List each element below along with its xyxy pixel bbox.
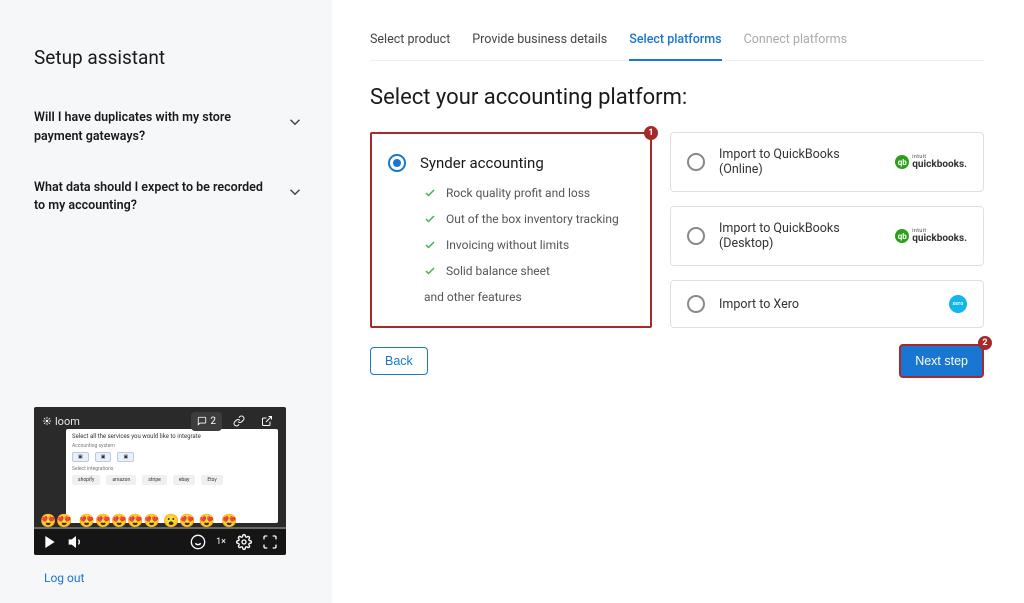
next-step-button[interactable]: Next step (899, 344, 984, 378)
faq-question: Will I have duplicates with my store pay… (34, 109, 264, 147)
settings-icon[interactable] (236, 534, 252, 550)
platform-card-synder[interactable]: 1 Synder accounting Rock quality profit … (370, 132, 652, 328)
step-select-product[interactable]: Select product (370, 32, 450, 60)
step-business-details[interactable]: Provide business details (472, 32, 607, 60)
option-label: Import to QuickBooks (Desktop) (719, 221, 881, 251)
faq-item[interactable]: Will I have duplicates with my store pay… (34, 99, 304, 157)
radio-unselected[interactable] (687, 227, 705, 245)
sidebar: Setup assistant Will I have duplicates w… (0, 0, 332, 603)
video-preview[interactable]: loom 2 Select all the services you would… (34, 407, 286, 555)
sidebar-title: Setup assistant (34, 46, 304, 69)
check-icon (424, 265, 436, 277)
other-features-text: and other features (424, 290, 634, 304)
platform-card-qb-online[interactable]: Import to QuickBooks (Online) qb intuit … (670, 132, 984, 192)
feature-item: Rock quality profit and loss (424, 186, 634, 200)
smile-icon[interactable] (190, 534, 206, 550)
quickbooks-logo: qb intuit quickbooks. (895, 229, 967, 244)
video-topbar: loom 2 (34, 407, 286, 435)
video-controls: 1× (34, 529, 286, 555)
play-icon[interactable] (42, 534, 58, 550)
stepper: Select product Provide business details … (370, 32, 984, 61)
option-label: Import to Xero (719, 297, 935, 312)
faq-question: What data should I expect to be recorded… (34, 179, 264, 217)
platform-card-qb-desktop[interactable]: Import to QuickBooks (Desktop) qb intuit… (670, 206, 984, 266)
footer-actions: Back Next step 2 (370, 344, 984, 378)
step-select-platforms[interactable]: Select platforms (629, 32, 721, 61)
feature-item: Invoicing without limits (424, 238, 634, 252)
popout-icon[interactable] (256, 410, 278, 432)
check-icon (424, 187, 436, 199)
comment-button[interactable]: 2 (191, 412, 222, 431)
faq-item[interactable]: What data should I expect to be recorded… (34, 169, 304, 227)
playback-speed[interactable]: 1× (216, 537, 226, 547)
chevron-down-icon (286, 113, 304, 131)
feature-item: Out of the box inventory tracking (424, 212, 634, 226)
xero-logo: xero (949, 295, 967, 313)
video-thumbnail: Select all the services you would like t… (66, 429, 278, 523)
platform-title: Synder accounting (420, 154, 544, 172)
back-button[interactable]: Back (370, 347, 428, 375)
radio-selected[interactable] (388, 154, 406, 172)
check-icon (424, 213, 436, 225)
platform-card-xero[interactable]: Import to Xero xero (670, 280, 984, 328)
radio-unselected[interactable] (687, 295, 705, 313)
loom-brand: loom (42, 415, 80, 428)
volume-icon[interactable] (68, 534, 84, 550)
radio-unselected[interactable] (687, 153, 705, 171)
page-title: Select your accounting platform: (370, 85, 984, 110)
link-icon[interactable] (228, 410, 250, 432)
logout-link[interactable]: Log out (44, 571, 84, 585)
fullscreen-icon[interactable] (262, 534, 278, 550)
main-content: Select product Provide business details … (332, 0, 1024, 603)
option-label: Import to QuickBooks (Online) (719, 147, 881, 177)
quickbooks-logo: qb intuit quickbooks. (895, 155, 967, 170)
feature-item: Solid balance sheet (424, 264, 634, 278)
chevron-down-icon (286, 183, 304, 201)
feature-list: Rock quality profit and loss Out of the … (424, 186, 634, 278)
annotation-badge: 2 (978, 336, 992, 350)
check-icon (424, 239, 436, 251)
step-connect-platforms: Connect platforms (744, 32, 848, 60)
annotation-badge: 1 (644, 126, 658, 140)
